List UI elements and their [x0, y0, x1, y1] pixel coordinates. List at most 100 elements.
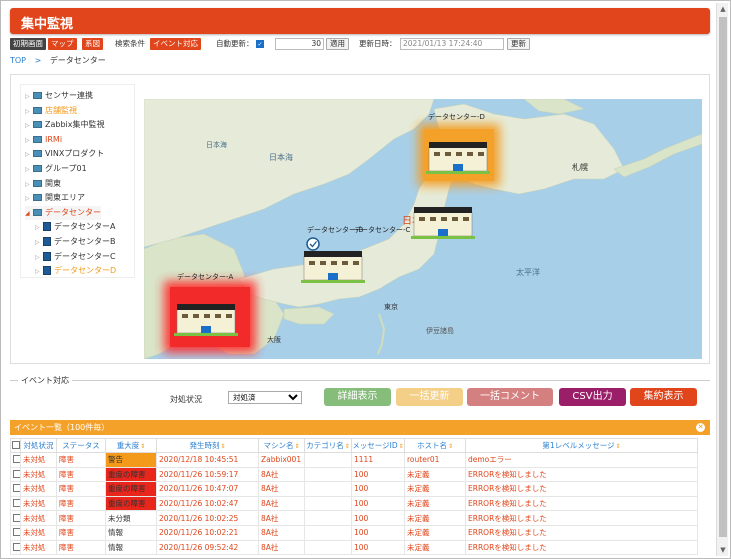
tree-item[interactable]: ▷ データセンターB [35, 235, 116, 249]
table-row[interactable]: 未対処 障害 未分類 2020/11/26 10:02:25 8A社 100 未定義 ERRO… [10, 510, 698, 526]
table-row[interactable]: 未対処 障害 重度の障害 2020/11/26 10:02:47 8A社 100 未定義 ER… [10, 495, 698, 512]
column-header[interactable]: カテゴリ名⇕ [304, 438, 352, 453]
close-icon[interactable]: ✕ [696, 423, 705, 432]
cell-status: 未対処 [20, 495, 57, 512]
sort-icon[interactable]: ⇕ [294, 443, 299, 450]
cell-msgid: 100 [351, 539, 405, 556]
tree-item[interactable]: ▷ データセンターD [35, 264, 116, 278]
sort-icon[interactable]: ⇕ [345, 443, 350, 450]
interval-input[interactable]: 30 [275, 38, 324, 50]
breadcrumb-top[interactable]: TOP [10, 56, 26, 65]
row-checkbox[interactable] [13, 542, 20, 551]
tree-item[interactable]: ▷ Zabbix集中監視 [25, 118, 105, 132]
collapse-icon[interactable]: ◢ [25, 207, 33, 221]
cell-category [304, 481, 352, 497]
cell-message: ERRORを検知しました [465, 481, 698, 497]
cell-state: 障害 [56, 524, 106, 541]
cell-category [304, 452, 352, 468]
cell-machine: 8A社 [258, 466, 305, 483]
expand-icon[interactable]: ▷ [25, 119, 33, 133]
table-row[interactable]: 未対処 障害 情報 2020/11/26 09:52:42 8A社 100 未定義 ERROR… [10, 539, 698, 556]
table-row[interactable]: 未対処 障害 重度の障害 2020/11/26 10:47:07 8A社 100 未定義 ER… [10, 481, 698, 497]
column-header[interactable]: 第1レベルメッセージ⇕ [465, 438, 698, 453]
sort-icon[interactable]: ⇕ [140, 443, 145, 450]
tree-item[interactable]: ◢ データセンター [25, 205, 101, 221]
row-checkbox[interactable] [13, 499, 20, 508]
column-header[interactable]: メッセージID⇕ [351, 438, 405, 453]
tree-item[interactable]: ▷ 関東エリア [25, 191, 85, 205]
scroll-down-icon[interactable]: ▼ [717, 544, 729, 556]
apply-button[interactable]: 適用 [326, 38, 349, 50]
initial-view-button[interactable]: 初期画面 [10, 38, 46, 50]
expand-icon[interactable]: ▷ [25, 105, 33, 119]
bulk-update-button[interactable]: 一括更新 [396, 388, 463, 406]
search-conditions-button[interactable]: 検索条件 [112, 38, 148, 50]
cell-state: 障害 [56, 481, 106, 497]
expand-icon[interactable]: ▷ [25, 163, 33, 177]
scroll-up-icon[interactable]: ▲ [717, 3, 729, 15]
map-label-osaka: 大阪 [267, 335, 281, 344]
sort-icon[interactable]: ⇕ [616, 443, 621, 450]
mainland-asia-land [144, 99, 435, 248]
expand-icon[interactable]: ▷ [25, 192, 33, 206]
bulk-comment-button[interactable]: 一括コメント [467, 388, 553, 406]
event-list-header: イベント一覧（100件毎） ✕ [10, 420, 710, 435]
folder-icon [33, 208, 42, 216]
table-row[interactable]: 未対処 障害 警告 2020/12/18 10:45:51 Zabbix001 1111 r… [10, 452, 698, 468]
sort-icon[interactable]: ⇕ [448, 443, 453, 450]
tree-item[interactable]: ▷ グループ01 [25, 162, 87, 176]
column-header[interactable]: 重大度⇕ [105, 438, 157, 453]
cell-severity: 警告 [105, 452, 157, 468]
event-response-button[interactable]: イベント対応 [150, 38, 201, 50]
csv-export-button[interactable]: CSV出力 [559, 388, 626, 406]
expand-icon[interactable]: ▷ [35, 236, 43, 250]
marker-datacenter-a[interactable]: データセンター-A [164, 272, 256, 353]
tree-item[interactable]: ▷ センサー連携 [25, 89, 93, 103]
marker-datacenter-c[interactable]: データセンター-C [354, 207, 475, 239]
expand-icon[interactable]: ▷ [25, 148, 33, 162]
expand-icon[interactable]: ▷ [25, 178, 33, 192]
row-checkbox[interactable] [13, 513, 20, 522]
system-button[interactable]: 系図 [82, 38, 103, 50]
sort-icon[interactable]: ⇕ [399, 443, 404, 450]
column-header[interactable]: 対処状況 [20, 438, 57, 453]
sort-icon[interactable]: ⇕ [220, 443, 225, 450]
select-all-checkbox[interactable] [10, 438, 21, 453]
breadcrumb: TOP > データセンター [10, 55, 112, 66]
expand-icon[interactable]: ▷ [35, 265, 43, 279]
row-checkbox[interactable] [13, 469, 20, 478]
filter-select[interactable]: 対処済 [228, 391, 302, 404]
expand-icon[interactable]: ▷ [35, 221, 43, 235]
expand-icon[interactable]: ▷ [35, 251, 43, 265]
scroll-thumb[interactable] [719, 17, 727, 537]
cell-state: 障害 [56, 452, 106, 468]
tree-item[interactable]: ▷ 関東 [25, 177, 61, 191]
expand-icon[interactable]: ▷ [25, 134, 33, 148]
tree-item[interactable]: ▷ IRMi [25, 133, 62, 147]
tree-item[interactable]: ▷ VINXプロダクト [25, 147, 104, 161]
table-row[interactable]: 未対処 障害 重度の障害 2020/11/26 10:59:17 8A社 100 未定義 ER… [10, 466, 698, 483]
detail-button[interactable]: 詳細表示 [324, 388, 391, 406]
column-header[interactable]: ステータス [56, 438, 106, 453]
map-view[interactable]: 日本海 日本海 日本 太平洋 札幌 東京 大阪 伊豆諸島 データセンター-D デ… [144, 99, 702, 359]
auto-update-checkbox[interactable]: ✓ [256, 40, 264, 48]
row-checkbox[interactable] [13, 484, 20, 493]
column-header[interactable]: ホスト名⇕ [404, 438, 466, 453]
page-scrollbar[interactable]: ▲ ▼ [716, 3, 728, 556]
tree-item[interactable]: ▷ 店舗監視 [25, 104, 77, 118]
map-svg: 日本海 日本海 日本 太平洋 札幌 東京 大阪 伊豆諸島 データセンター-D デ… [144, 99, 702, 359]
refresh-button[interactable]: 更新 [507, 38, 530, 50]
tree-item[interactable]: ▷ データセンターC [35, 250, 116, 264]
column-header[interactable]: 発生時刻⇕ [156, 438, 259, 453]
row-checkbox[interactable] [13, 528, 20, 537]
marker-datacenter-b[interactable]: データセンター-B [301, 225, 365, 283]
table-row[interactable]: 未対処 障害 情報 2020/11/26 10:02:21 8A社 100 未定義 ERROR… [10, 524, 698, 541]
expand-icon[interactable]: ▷ [25, 90, 33, 104]
selected-check-icon [306, 237, 320, 251]
summary-view-button[interactable]: 集約表示 [630, 388, 697, 406]
row-checkbox[interactable] [13, 455, 20, 464]
map-button[interactable]: マップ [48, 38, 77, 50]
tree-item[interactable]: ▷ データセンターA [35, 220, 115, 234]
column-header[interactable]: マシン名⇕ [258, 438, 305, 453]
marker-label-d: データセンター-D [428, 112, 485, 121]
